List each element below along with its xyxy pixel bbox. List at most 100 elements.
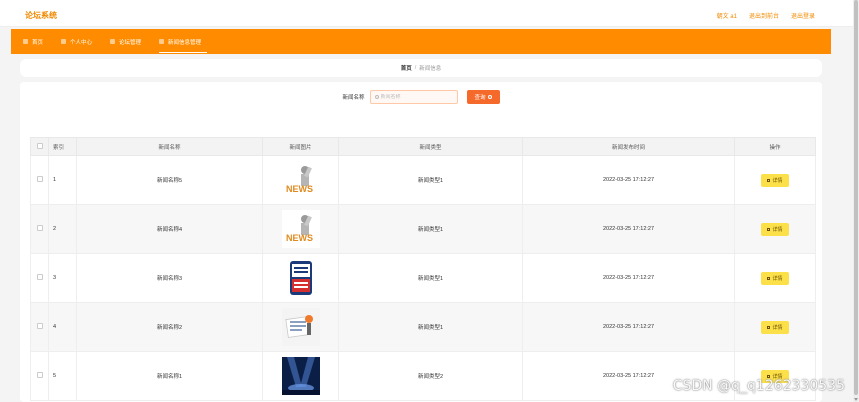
row-select-cell	[30, 155, 49, 205]
row-select-cell	[30, 302, 49, 352]
nav-label: 论坛管理	[119, 39, 142, 46]
cell-image: NEWS	[262, 204, 339, 254]
row-select-cell	[30, 253, 49, 303]
news-thumbnail-image	[281, 357, 320, 395]
search-bar: 新闻名称 查询	[20, 90, 822, 104]
scroll-down-arrow-icon[interactable]	[854, 398, 858, 401]
detail-icon	[767, 276, 771, 280]
search-input[interactable]	[380, 94, 451, 100]
cell-name: 新闻名称1	[76, 351, 263, 401]
header-actions: 朝文 a1 退出到前台 退出登录	[717, 11, 815, 20]
query-button-label: 查询	[474, 95, 486, 101]
cell-image	[262, 253, 339, 303]
nav-item-home[interactable]: 首页	[19, 29, 57, 54]
detail-icon	[767, 325, 771, 329]
search-icon	[374, 95, 379, 99]
cell-time: 2022-03-25 17:12:27	[522, 204, 735, 254]
col-type: 新闻类型	[338, 137, 523, 156]
row-checkbox[interactable]	[36, 176, 43, 182]
query-button[interactable]: 查询	[466, 90, 500, 104]
table-row: 4 新闻名称2 新闻类型1 2022-03-25 17:12:27 详情	[30, 302, 816, 352]
top-header: 论坛系统 朝文 a1 退出到前台 退出登录	[0, 0, 859, 27]
cell-type: 新闻类型1	[338, 155, 523, 205]
nav-label: 首页	[32, 39, 44, 46]
cell-action: 详情	[734, 155, 816, 205]
scrollbar-thumb[interactable]	[854, 0, 858, 395]
detail-button[interactable]: 详情	[761, 320, 789, 334]
cell-name: 新闻名称5	[76, 155, 263, 205]
table-row: 2 新闻名称4 NEWS 新闻类型1 2022-03-25 17:12:27 详…	[30, 204, 816, 254]
back-to-front-link[interactable]: 退出到前台	[749, 11, 779, 20]
row-checkbox[interactable]	[36, 274, 43, 280]
col-time: 新闻发布时间	[522, 137, 735, 156]
content-panel: 新闻名称 查询 索引 新闻名称 新闻图片 新闻类型 新闻发布时间 操作	[20, 82, 822, 402]
user-link[interactable]: 朝文 a1	[717, 11, 737, 20]
detail-button[interactable]: 详情	[761, 222, 789, 236]
cell-name: 新闻名称3	[76, 253, 263, 303]
detail-button[interactable]: 详情	[761, 173, 789, 187]
cell-type: 新闻类型1	[338, 302, 523, 352]
cell-name: 新闻名称4	[76, 204, 263, 254]
detail-icon	[767, 178, 771, 182]
nav-item-profile[interactable]: 个人中心	[57, 29, 106, 54]
news-thumbnail-image: NEWS	[281, 210, 320, 248]
breadcrumb-home[interactable]: 首页	[401, 64, 412, 72]
cell-action: 详情	[734, 302, 816, 352]
cell-type: 新闻类型1	[338, 253, 523, 303]
main-nav: 首页 个人中心 论坛管理 新闻信息管理	[11, 29, 831, 54]
cell-action: 详情	[734, 204, 816, 254]
nav-item-forum[interactable]: 论坛管理	[106, 29, 155, 54]
detail-icon	[767, 227, 771, 231]
svg-text:NEWS: NEWS	[286, 233, 313, 243]
cell-type: 新闻类型1	[338, 204, 523, 254]
select-all-cell	[30, 137, 49, 156]
cell-index: 4	[48, 302, 77, 352]
table-row: 3 新闻名称3 新闻类型1 2022-03-25 17:12:27 详情	[30, 253, 816, 303]
cell-image	[262, 351, 339, 401]
cell-time: 2022-03-25 17:12:27	[522, 253, 735, 303]
search-field-wrapper	[369, 90, 458, 104]
news-table: 索引 新闻名称 新闻图片 新闻类型 新闻发布时间 操作 1 新闻名称5 NEWS…	[30, 137, 816, 401]
nav-label: 个人中心	[70, 39, 93, 46]
logout-link[interactable]: 退出登录	[791, 11, 815, 20]
nav-item-news[interactable]: 新闻信息管理	[155, 29, 215, 54]
cell-time: 2022-03-25 17:12:27	[522, 155, 735, 205]
breadcrumb-current: 新闻信息	[419, 66, 442, 72]
row-checkbox[interactable]	[36, 225, 43, 231]
row-checkbox[interactable]	[36, 323, 43, 329]
cell-index: 2	[48, 204, 77, 254]
cell-image: NEWS	[262, 155, 339, 205]
cell-index: 1	[48, 155, 77, 205]
detail-label: 详情	[772, 226, 783, 233]
col-image: 新闻图片	[262, 137, 339, 156]
col-action: 操作	[734, 137, 816, 156]
detail-label: 详情	[772, 275, 783, 282]
user-icon	[61, 39, 67, 44]
col-name: 新闻名称	[76, 137, 263, 156]
cell-index: 3	[48, 253, 77, 303]
table-row: 1 新闻名称5 NEWS 新闻类型1 2022-03-25 17:12:27 详…	[30, 155, 816, 205]
col-index: 索引	[48, 137, 77, 156]
news-icon	[159, 39, 165, 44]
table-header-row: 索引 新闻名称 新闻图片 新闻类型 新闻发布时间 操作	[30, 137, 816, 156]
select-all-checkbox[interactable]	[36, 142, 43, 149]
watermark: CSDN @q_q1262330535	[672, 378, 845, 394]
search-label: 新闻名称	[342, 95, 365, 101]
home-icon	[23, 39, 28, 44]
page-scrollbar[interactable]	[853, 0, 859, 402]
news-thumbnail-image: NEWS	[281, 161, 320, 199]
row-checkbox[interactable]	[36, 372, 43, 378]
row-select-cell	[30, 204, 49, 254]
news-thumbnail-image	[281, 259, 320, 297]
search-icon	[487, 95, 492, 99]
cell-index: 5	[48, 351, 77, 401]
cell-type: 新闻类型2	[338, 351, 523, 401]
row-select-cell	[30, 351, 49, 401]
detail-label: 详情	[772, 324, 783, 331]
detail-button[interactable]: 详情	[761, 271, 789, 285]
svg-text:NEWS: NEWS	[286, 184, 313, 194]
breadcrumb: 首页 / 新闻信息	[20, 59, 822, 77]
forum-icon	[110, 39, 116, 44]
breadcrumb-separator: /	[414, 65, 417, 71]
cell-image	[262, 302, 339, 352]
